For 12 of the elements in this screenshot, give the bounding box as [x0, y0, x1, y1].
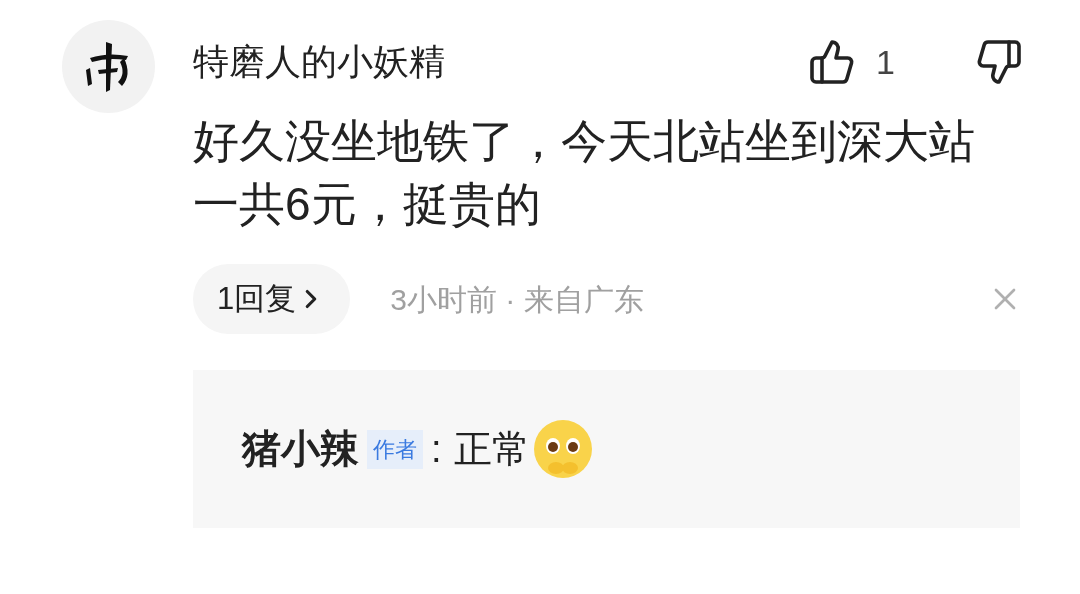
comment-meta: 3小时前 · 来自广东 [390, 281, 644, 318]
replies-button[interactable]: 1回复 [193, 264, 351, 334]
reply-text: 正常 [453, 426, 530, 472]
dislike-button[interactable] [975, 38, 1023, 86]
thumbs-down-icon [975, 38, 1023, 86]
reply-author: 猪小辣 [242, 425, 359, 472]
author-name: 特磨人的小妖精 [193, 44, 445, 80]
comment-text: 好久没坐地铁了，今天北站坐到深大站一共6元，挺贵的 [193, 114, 976, 232]
reply-separator: : [431, 426, 442, 472]
author-tag: 作者 [367, 429, 423, 469]
like-button[interactable]: 1 [808, 36, 895, 88]
emoji-icon [531, 418, 594, 480]
